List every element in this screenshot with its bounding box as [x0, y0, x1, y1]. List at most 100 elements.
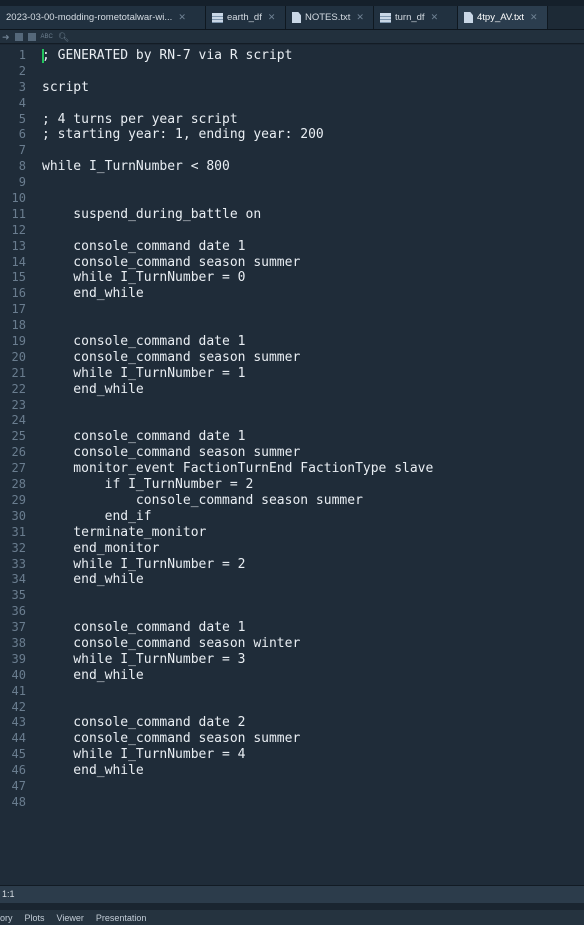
code-line: 15 while I_TurnNumber = 0 — [0, 270, 584, 286]
line-text: end_while — [42, 667, 144, 683]
code-line: 10 — [0, 191, 584, 207]
code-line: 6 ; starting year: 1, ending year: 200 — [0, 127, 584, 143]
line-number: 48 — [11, 794, 26, 809]
line-number: 45 — [11, 747, 26, 762]
line-number: 12 — [11, 222, 26, 237]
tab-label: 2023-03-00-modding-rometotalwar-wi... — [6, 12, 173, 23]
code-line: 5 ; 4 turns per year script — [0, 112, 584, 128]
close-icon[interactable]: ✕ — [268, 12, 276, 23]
code-line: 48 — [0, 795, 584, 811]
line-number: 18 — [11, 318, 26, 333]
tab-earth-df[interactable]: earth_df ✕ — [206, 6, 286, 29]
line-number: 8 — [18, 159, 26, 174]
code-line: 37 console_command date 1 — [0, 620, 584, 636]
code-line: 21 while I_TurnNumber = 1 — [0, 366, 584, 382]
tab-plots[interactable]: Plots — [19, 913, 51, 923]
code-line: 40 end_while — [0, 668, 584, 684]
tab-history[interactable]: ory — [0, 913, 19, 923]
line-number: 11 — [11, 206, 26, 221]
tab-viewer[interactable]: Viewer — [51, 913, 90, 923]
code-line: 44 console_command season summer — [0, 731, 584, 747]
code-line: 35 — [0, 588, 584, 604]
line-number: 34 — [11, 572, 26, 587]
code-line: 43 console_command date 2 — [0, 715, 584, 731]
editor-status-bar: 1:1 — [0, 885, 584, 903]
line-number: 37 — [11, 620, 26, 635]
line-text: end_while — [42, 286, 144, 302]
code-line: 33 while I_TurnNumber = 2 — [0, 557, 584, 573]
line-text: console_command date 1 — [42, 334, 246, 350]
line-number: 33 — [11, 556, 26, 571]
line-number: 42 — [11, 699, 26, 714]
bottom-pane-tabs: ory Plots Viewer Presentation — [0, 910, 584, 925]
close-icon[interactable]: ✕ — [431, 12, 439, 23]
code-line: 30 end_if — [0, 509, 584, 525]
tab-4tpy-av-txt[interactable]: 4tpy_AV.txt ✕ — [458, 6, 548, 29]
code-line: 29 console_command season summer — [0, 493, 584, 509]
code-line: 14 console_command season summer — [0, 255, 584, 271]
line-number: 6 — [18, 127, 26, 142]
code-line: 28 if I_TurnNumber = 2 — [0, 477, 584, 493]
code-line: 7 — [0, 143, 584, 159]
close-icon[interactable]: ✕ — [530, 12, 538, 23]
code-line: 9 — [0, 175, 584, 191]
line-text: end_while — [42, 381, 144, 397]
code-line: 4 — [0, 96, 584, 112]
line-text: console_command season summer — [42, 445, 301, 461]
code-lines: 1 ; GENERATED by RN-7 via R script 2 3 scrip… — [0, 48, 584, 811]
search-icon[interactable]: 🔍︎ — [58, 32, 69, 42]
code-line: 34 end_while — [0, 572, 584, 588]
line-text: console_command season summer — [42, 254, 301, 270]
line-text: terminate_monitor — [42, 524, 207, 540]
spellcheck-button[interactable]: ABC — [41, 32, 53, 42]
close-icon[interactable]: ✕ — [356, 12, 364, 23]
code-line: 13 console_command date 1 — [0, 239, 584, 255]
pane-splitter[interactable] — [0, 903, 584, 910]
forward-arrow-icon[interactable]: ➜ — [2, 32, 10, 42]
code-line: 11 suspend_during_battle on — [0, 207, 584, 223]
line-number: 9 — [18, 175, 26, 190]
code-line: 27 monitor_event FactionTurnEnd FactionT… — [0, 461, 584, 477]
tab-presentation[interactable]: Presentation — [90, 913, 153, 923]
line-text: while I_TurnNumber < 800 — [42, 159, 230, 175]
line-number: 41 — [11, 683, 26, 698]
tab-notes-txt[interactable]: NOTES.txt ✕ — [286, 6, 374, 29]
show-in-window-icon[interactable] — [14, 32, 23, 41]
line-text: end_if — [42, 508, 152, 524]
line-text: while I_TurnNumber = 2 — [42, 556, 246, 572]
line-number: 20 — [11, 349, 26, 364]
line-number: 26 — [11, 445, 26, 460]
close-icon[interactable]: ✕ — [178, 12, 186, 23]
line-text: console_command date 1 — [42, 429, 246, 445]
line-number: 5 — [18, 111, 26, 126]
code-line: 18 — [0, 318, 584, 334]
editor-toolbar: ➜ ABC 🔍︎ — [0, 30, 584, 44]
line-number: 47 — [11, 778, 26, 793]
line-text: monitor_event FactionTurnEnd FactionType… — [42, 461, 434, 477]
code-line: 2 — [0, 64, 584, 80]
data-grid-icon — [380, 12, 391, 23]
line-number: 46 — [11, 763, 26, 778]
code-line: 25 console_command date 1 — [0, 429, 584, 445]
code-editor[interactable]: 1 ; GENERATED by RN-7 via R script 2 3 scrip… — [0, 45, 584, 885]
line-number: 7 — [18, 143, 26, 158]
code-line: 23 — [0, 398, 584, 414]
line-number: 31 — [11, 524, 26, 539]
line-number: 38 — [11, 635, 26, 650]
code-line: 36 — [0, 604, 584, 620]
line-number: 32 — [11, 540, 26, 555]
tab-rmd-notebook[interactable]: 2023-03-00-modding-rometotalwar-wi... ✕ — [0, 6, 206, 29]
line-text: console_command season summer — [42, 731, 301, 747]
line-text: end_while — [42, 763, 144, 779]
tab-label: earth_df — [227, 12, 262, 23]
line-number: 21 — [11, 365, 26, 380]
tab-label: 4tpy_AV.txt — [477, 12, 525, 23]
document-icon — [292, 12, 301, 23]
line-number: 36 — [11, 604, 26, 619]
save-icon[interactable] — [27, 32, 36, 41]
line-text: console_command date 1 — [42, 238, 246, 254]
line-text: console_command date 2 — [42, 715, 246, 731]
line-text: while I_TurnNumber = 0 — [42, 270, 246, 286]
code-line: 3 script — [0, 80, 584, 96]
tab-turn-df[interactable]: turn_df ✕ — [374, 6, 458, 29]
